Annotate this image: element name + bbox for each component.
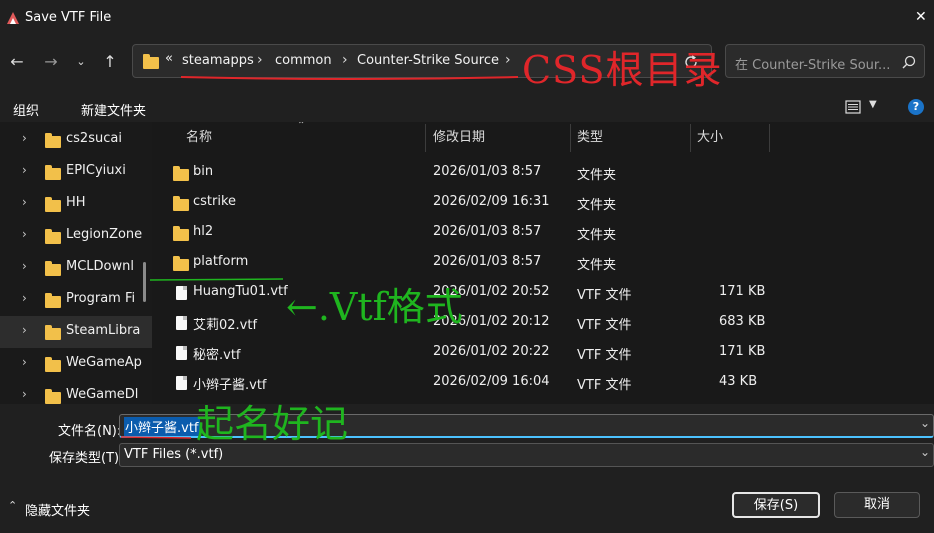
annotation-css-root: CSS根目录 bbox=[522, 48, 723, 92]
annotation-vtf-format: ←.Vtf格式 bbox=[286, 285, 463, 329]
annotation-name-it: 起名好记 bbox=[196, 402, 349, 446]
annotation-strokes bbox=[120, 76, 519, 439]
